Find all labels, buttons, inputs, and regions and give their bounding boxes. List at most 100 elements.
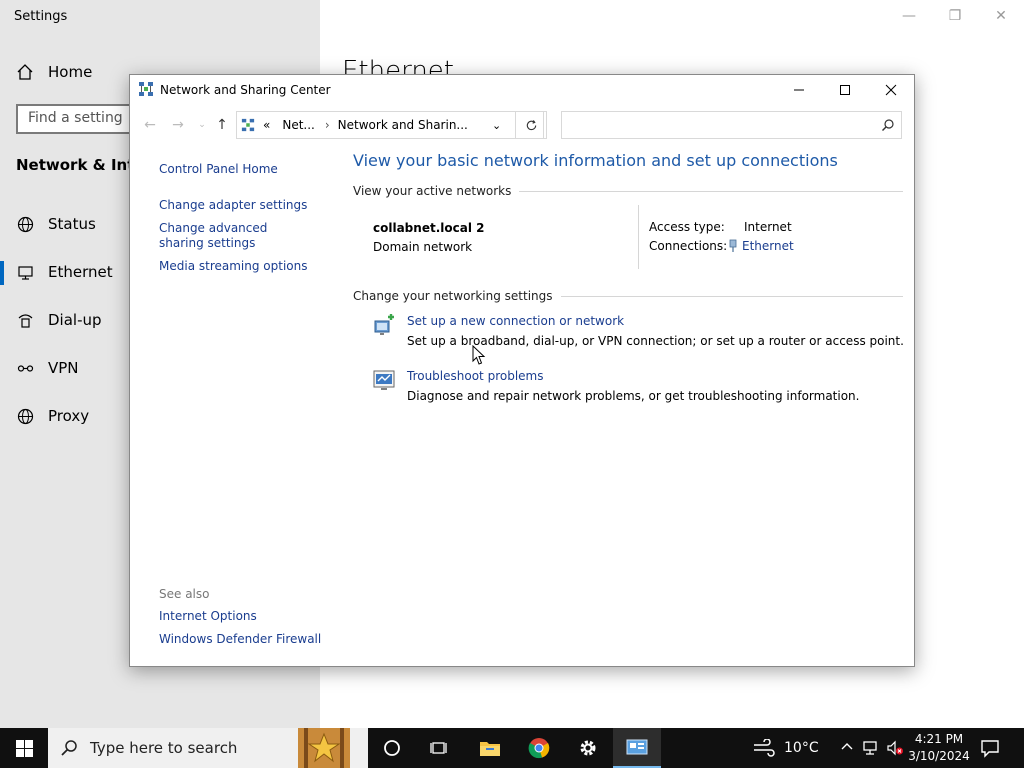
- search-icon: [61, 740, 77, 756]
- minimize-icon: [794, 89, 804, 91]
- control-panel-button[interactable]: [613, 728, 661, 768]
- gear-icon: [580, 740, 596, 756]
- networking-settings-label: Change your networking settings: [353, 289, 553, 303]
- start-button[interactable]: [0, 728, 48, 768]
- active-networks-heading: View your active networks: [353, 184, 903, 198]
- taskbar-search-placeholder: Type here to search: [90, 739, 238, 757]
- taskbar: Type here to search 10°C 4:21 PM 3/10/20…: [0, 728, 1024, 768]
- breadcrumb-network[interactable]: Net...: [282, 118, 315, 132]
- network-tray-icon[interactable]: [862, 740, 880, 756]
- active-networks-label: View your active networks: [353, 184, 512, 198]
- clock-date: 3/10/2024: [908, 749, 970, 763]
- section-divider: [560, 295, 903, 297]
- forward-arrow-icon: →: [172, 117, 184, 133]
- ethernet-icon: [729, 239, 737, 252]
- settings-nav-label: Dial-up: [48, 311, 102, 329]
- settings-minimize-button[interactable]: —: [894, 4, 924, 28]
- see-also-heading: See also: [159, 587, 210, 601]
- windows-firewall-link[interactable]: Windows Defender Firewall: [159, 632, 321, 646]
- close-button[interactable]: [868, 75, 914, 105]
- maximize-button[interactable]: [822, 75, 868, 105]
- network-category: Domain network: [373, 240, 473, 254]
- vertical-divider: [638, 205, 639, 269]
- dialup-icon: [16, 311, 34, 329]
- minimize-button[interactable]: [776, 75, 822, 105]
- selected-indicator: [0, 261, 4, 285]
- cortana-button[interactable]: [368, 728, 416, 768]
- settings-title: Settings: [14, 9, 68, 24]
- back-button[interactable]: ←: [140, 115, 160, 135]
- page-title: View your basic network information and …: [353, 151, 838, 170]
- settings-nav-label: Proxy: [48, 407, 90, 425]
- troubleshoot-description: Diagnose and repair network problems, or…: [407, 389, 860, 403]
- settings-app-button[interactable]: [564, 728, 612, 768]
- change-advanced-sharing-link[interactable]: Change advanced sharing settings: [159, 221, 309, 251]
- taskbar-search-box[interactable]: Type here to search: [48, 728, 368, 768]
- monitor-icon: [16, 263, 34, 281]
- control-panel-icon: [626, 739, 648, 755]
- settings-nav-dialup[interactable]: Dial-up: [16, 311, 102, 329]
- back-arrow-icon: ←: [144, 117, 156, 133]
- settings-nav-label: Status: [48, 215, 96, 233]
- up-arrow-icon: ↑: [216, 117, 228, 133]
- mouse-cursor-icon: [472, 345, 486, 365]
- control-panel-home-link[interactable]: Control Panel Home: [159, 162, 278, 177]
- section-divider: [519, 190, 903, 192]
- setup-connection-link[interactable]: Set up a new connection or network: [407, 314, 624, 328]
- weather-widget[interactable]: 10°C: [752, 728, 819, 768]
- volume-muted-icon[interactable]: [886, 740, 904, 756]
- settings-close-button[interactable]: ✕: [986, 4, 1016, 28]
- access-type-value: Internet: [744, 220, 792, 234]
- forward-button[interactable]: →: [168, 115, 188, 135]
- task-view-button[interactable]: [416, 728, 464, 768]
- clock-time: 4:21 PM: [914, 732, 964, 746]
- settings-nav-status[interactable]: Status: [16, 215, 96, 233]
- ethernet-connection-link[interactable]: Ethernet: [728, 239, 794, 256]
- network-center-icon: [241, 118, 255, 132]
- chevron-down-icon: ⌄: [492, 118, 502, 132]
- address-row: ← → ⌄ ↑ « Net... › Network and Sharin...…: [130, 109, 914, 141]
- folder-icon: [480, 742, 500, 756]
- settings-home[interactable]: Home: [16, 63, 92, 81]
- settings-home-label: Home: [48, 63, 93, 81]
- settings-nav-proxy[interactable]: Proxy: [16, 407, 89, 425]
- media-streaming-link[interactable]: Media streaming options: [159, 259, 307, 274]
- chevron-up-icon[interactable]: [840, 740, 854, 754]
- troubleshoot-icon: [373, 370, 395, 390]
- breadcrumb-overflow[interactable]: «: [263, 118, 270, 132]
- settings-nav-label: Ethernet: [48, 263, 113, 281]
- access-type-label: Access type:: [649, 220, 725, 234]
- home-icon: [17, 64, 33, 80]
- address-dropdown-button[interactable]: ⌄: [492, 119, 501, 132]
- settings-nav-label: VPN: [48, 359, 79, 377]
- chevron-down-icon: ⌄: [198, 120, 206, 130]
- network-sharing-window: Network and Sharing Center ← → ⌄ ↑ « Net…: [129, 74, 915, 667]
- window-titlebar[interactable]: Network and Sharing Center: [130, 75, 914, 105]
- breadcrumb-separator: ›: [324, 118, 330, 132]
- taskbar-clock[interactable]: 4:21 PM 3/10/2024: [906, 731, 972, 765]
- temperature-label: 10°C: [784, 740, 819, 756]
- settings-restore-button[interactable]: ❐: [940, 4, 970, 28]
- chrome-icon: [528, 738, 550, 759]
- wind-icon: [754, 739, 775, 757]
- cortana-icon: [384, 740, 400, 756]
- settings-nav-ethernet[interactable]: Ethernet: [16, 263, 113, 281]
- chrome-button[interactable]: [515, 728, 563, 768]
- breadcrumb-current[interactable]: Network and Sharin...: [338, 118, 468, 132]
- refresh-icon: [526, 119, 536, 130]
- search-input[interactable]: [561, 111, 902, 139]
- settings-nav-vpn[interactable]: VPN: [16, 359, 79, 377]
- find-setting-input[interactable]: Find a setting: [16, 104, 136, 134]
- change-adapter-settings-link[interactable]: Change adapter settings: [159, 198, 307, 213]
- notification-icon[interactable]: [980, 738, 1000, 758]
- networking-settings-heading: Change your networking settings: [353, 289, 903, 303]
- globe-icon: [16, 215, 34, 233]
- up-button[interactable]: ↑: [212, 115, 232, 135]
- refresh-button[interactable]: [515, 111, 547, 139]
- address-bar[interactable]: « Net... › Network and Sharin... ⌄: [236, 111, 544, 139]
- star-icon: [298, 728, 350, 768]
- internet-options-link[interactable]: Internet Options: [159, 609, 257, 623]
- troubleshoot-link[interactable]: Troubleshoot problems: [407, 369, 543, 383]
- file-explorer-button[interactable]: [466, 728, 514, 768]
- recent-locations-button[interactable]: ⌄: [192, 115, 212, 135]
